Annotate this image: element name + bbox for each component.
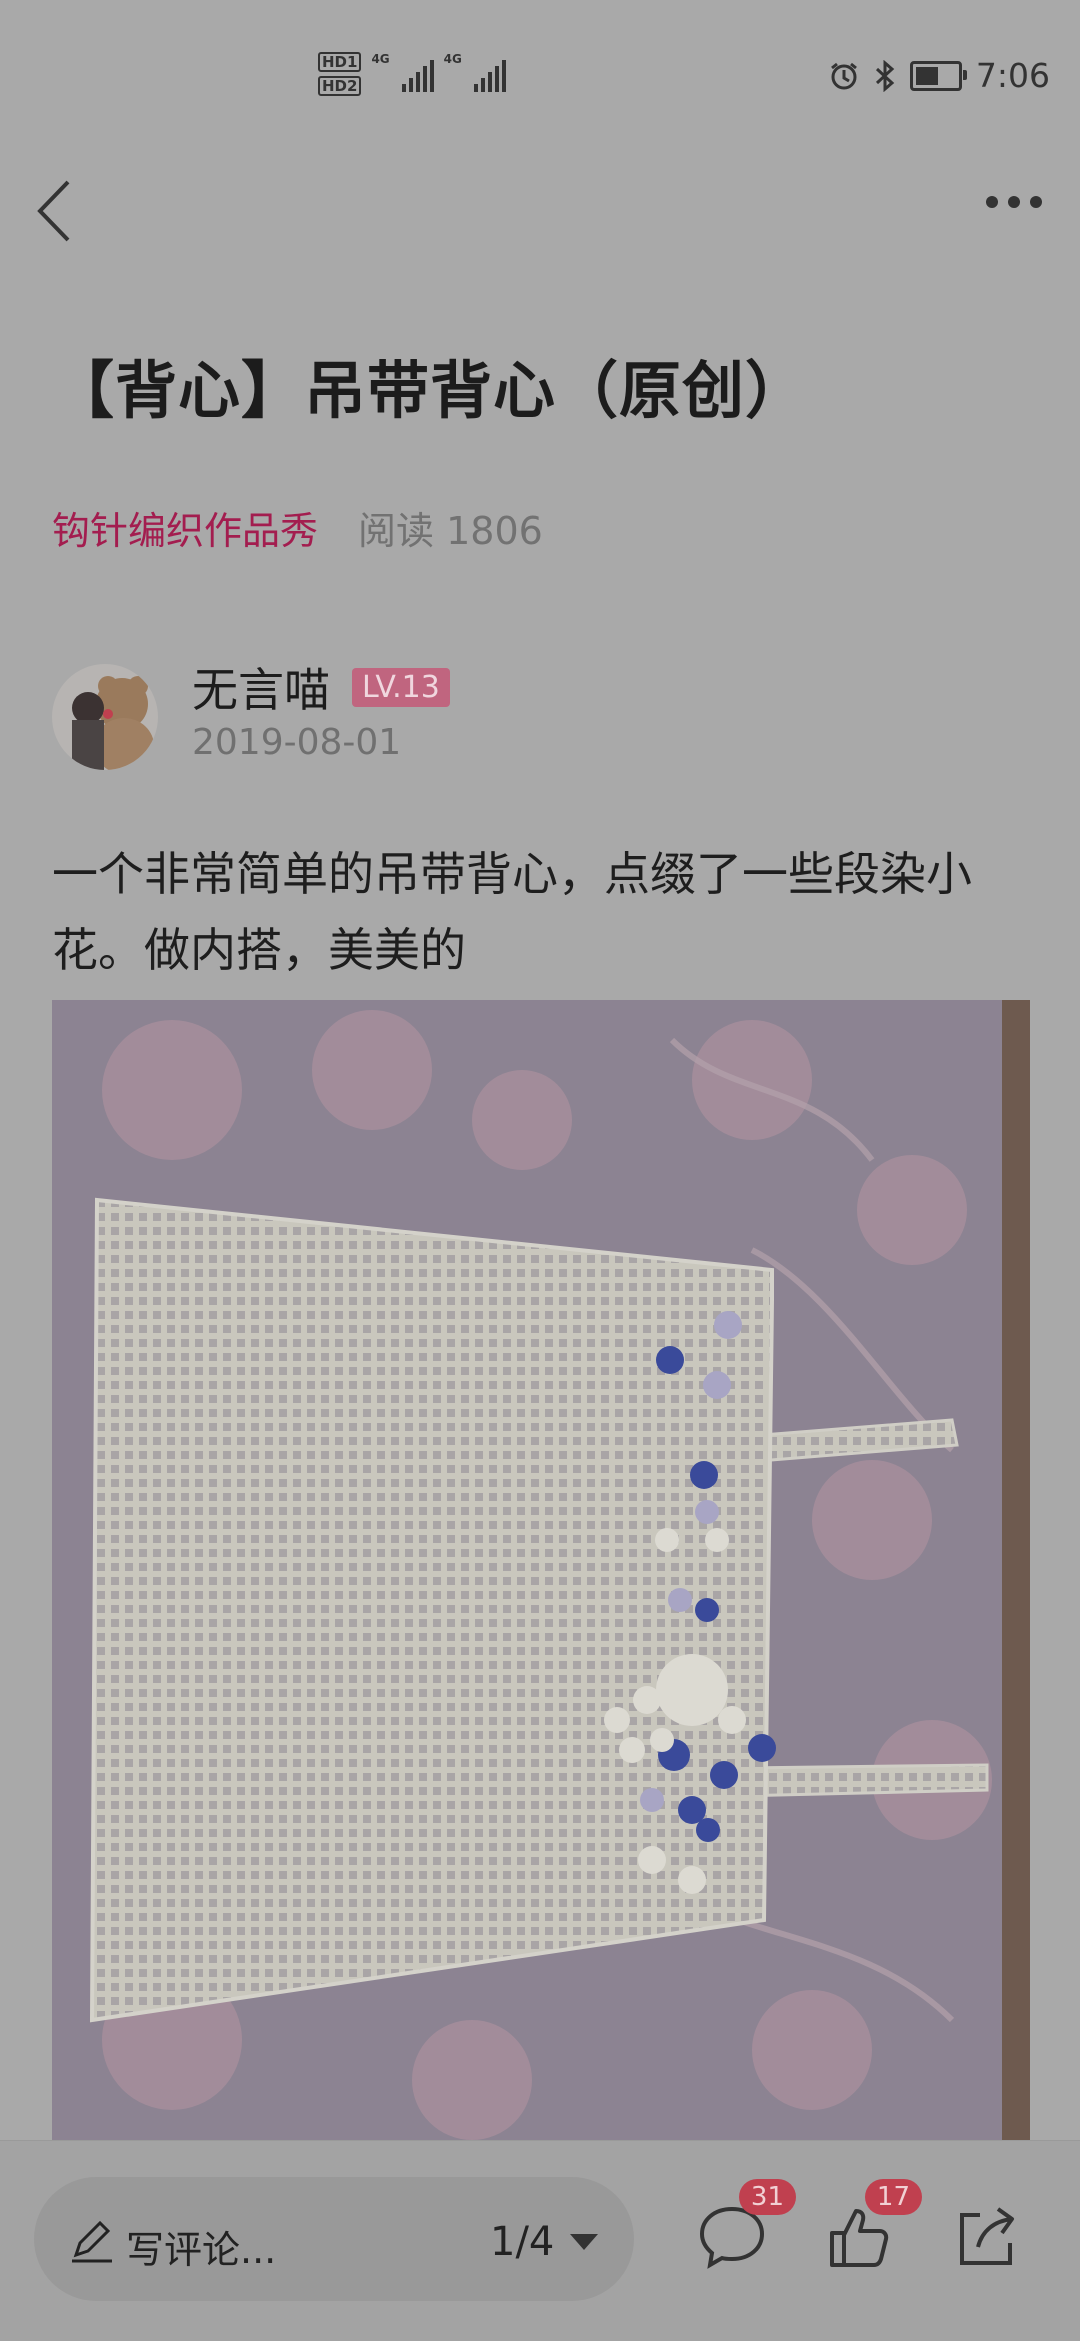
like-count-badge: 17 (864, 2179, 922, 2215)
post-date: 2019-08-01 (192, 722, 402, 763)
hd-indicators: HD1 HD2 (318, 52, 362, 96)
signal-indicators: HD1 HD2 4G 4G (318, 52, 506, 96)
signal-icon (473, 56, 506, 92)
clock: 7:06 (975, 56, 1050, 95)
share-button[interactable] (950, 2201, 1022, 2273)
more-horizontal-icon[interactable] (986, 196, 1042, 208)
bluetooth-icon (875, 59, 895, 92)
pencil-icon (72, 2220, 112, 2263)
alarm-icon (830, 62, 857, 89)
bottom-bar: 写评论... 1/4 31 17 (0, 2140, 1080, 2341)
post-body: 一个非常简单的吊带背心，点缀了一些段染小花。做内搭，美美的 (52, 847, 972, 977)
author-row: 无言喵 LV.13 (192, 654, 450, 720)
hd2-badge: HD2 (318, 76, 362, 96)
author-name[interactable]: 无言喵 (192, 654, 330, 720)
status-right: 7:06 (828, 56, 1050, 95)
post-meta: 钩针编织作品秀 阅读 1806 (52, 500, 543, 555)
like-button[interactable]: 17 (822, 2179, 922, 2273)
post-photo[interactable] (52, 1000, 1030, 2140)
comment-count-badge: 31 (738, 2179, 796, 2215)
post-title: 【背心】吊带背心（原创） (52, 354, 809, 427)
page-selector[interactable]: 1/4 (490, 2219, 599, 2265)
network-type-2: 4G (443, 52, 462, 66)
share-icon (960, 2207, 1014, 2265)
avatar[interactable] (52, 664, 158, 770)
comment-input[interactable]: 写评论... 1/4 (34, 2177, 634, 2301)
group-link[interactable]: 钩针编织作品秀 (52, 500, 318, 555)
status-bar: HD1 HD2 4G 4G 7:06 (0, 0, 1080, 150)
hd1-badge: HD1 (318, 52, 362, 72)
comment-button[interactable]: 31 (696, 2179, 796, 2273)
signal-icon (401, 56, 434, 92)
read-count: 阅读 1806 (358, 509, 543, 553)
battery-icon (909, 60, 967, 91)
caret-down-icon (570, 2234, 599, 2250)
chevron-left-icon[interactable] (28, 176, 88, 246)
network-type-1: 4G (371, 52, 390, 66)
comment-placeholder: 写评论... (126, 2228, 277, 2272)
page-indicator: 1/4 (490, 2219, 555, 2265)
level-badge: LV.13 (352, 667, 450, 707)
